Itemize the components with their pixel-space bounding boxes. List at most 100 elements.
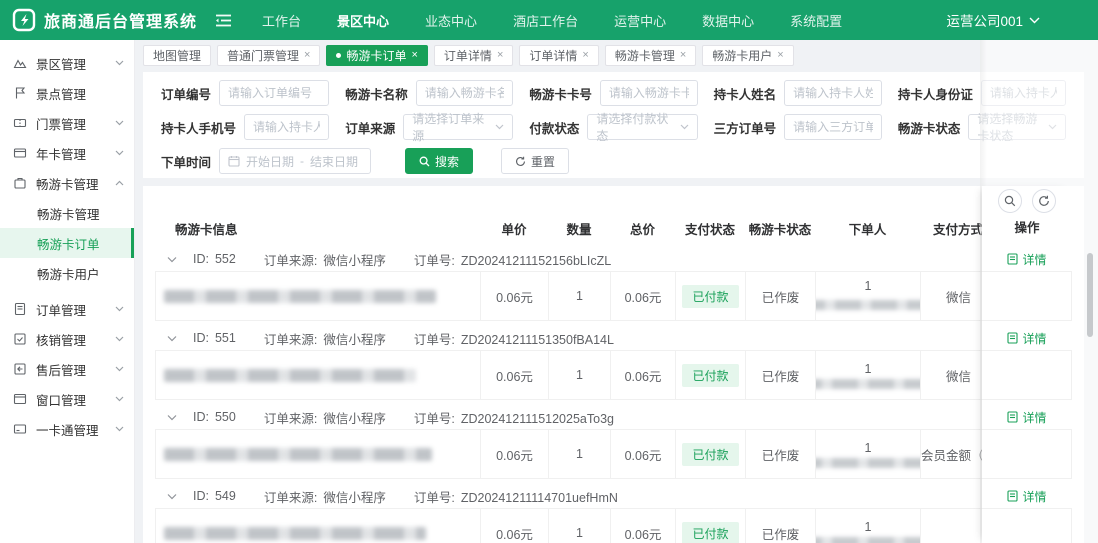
- third-party-order-input[interactable]: [784, 114, 882, 140]
- nav-item-hotel-workbench[interactable]: 酒店工作台: [513, 11, 578, 30]
- sidebar-item-roam-card[interactable]: 畅游卡管理: [0, 168, 134, 198]
- tab-normal-ticket[interactable]: 普通门票管理 ×: [217, 44, 321, 66]
- expand-chevron-icon[interactable]: [167, 256, 177, 263]
- expand-chevron-icon[interactable]: [167, 414, 177, 421]
- sidebar-item-spot[interactable]: 景点管理: [0, 78, 134, 108]
- chevron-down-icon: [115, 306, 124, 312]
- nav-item-workbench[interactable]: 工作台: [262, 11, 301, 30]
- sidebar-item-window[interactable]: 窗口管理: [0, 384, 134, 414]
- company-selector[interactable]: 运营公司001: [946, 10, 1040, 30]
- field-card-number: 畅游卡卡号: [529, 80, 698, 106]
- pay-status-cell: 已付款: [675, 429, 745, 479]
- unit-price-cell: 0.06元: [480, 429, 548, 479]
- column-quantity: 数量: [566, 222, 592, 237]
- close-icon[interactable]: ×: [680, 49, 686, 61]
- search-button[interactable]: 搜索: [405, 148, 474, 174]
- menu-fold-icon[interactable]: [215, 13, 232, 28]
- status-badge: 已付款: [682, 284, 739, 308]
- field-holder-phone: 持卡人手机号: [161, 114, 330, 140]
- card-name-input[interactable]: [415, 80, 514, 106]
- top-navigation: 工作台 景区中心 业态中心 酒店工作台 运营中心 数据中心 系统配置: [262, 11, 842, 30]
- sidebar-subitem-roam-card-management[interactable]: 畅游卡管理: [0, 198, 134, 228]
- order-group-header: ID: 549 订单来源: 微信小程序 订单号: ZD20241211114701ue…: [155, 484, 1072, 508]
- end-date-placeholder: 结束日期: [310, 154, 359, 169]
- nav-item-system-config[interactable]: 系统配置: [790, 11, 842, 30]
- nav-item-business-center[interactable]: 业态中心: [425, 11, 477, 30]
- buyer-cell: 1: [815, 508, 920, 543]
- sidebar-subitem-roam-card-orders[interactable]: 畅游卡订单: [0, 228, 134, 258]
- holder-id-input[interactable]: [980, 80, 1067, 106]
- detail-link[interactable]: 详情: [982, 484, 1072, 508]
- detail-doc-icon: [1007, 411, 1019, 423]
- detail-link[interactable]: 详情: [982, 247, 1072, 271]
- table-header-row: 畅游卡信息 单价 数量 总价 支付状态 畅游卡状态 下单人 支付方式: [155, 214, 1072, 242]
- tab-order-detail-1[interactable]: 订单详情 ×: [433, 44, 514, 66]
- card-status-select[interactable]: 请选择畅游卡状态: [968, 112, 1067, 143]
- order-group-550: ID: 550 订单来源: 微信小程序 订单号: ZD202412111512025a…: [155, 405, 1072, 479]
- sidebar-item-verification[interactable]: 核销管理: [0, 324, 134, 354]
- tab-roam-card-management[interactable]: 畅游卡管理 ×: [604, 44, 697, 66]
- order-group-header: ID: 552 订单来源: 微信小程序 订单号: ZD20241211152156bL…: [155, 247, 1072, 271]
- status-badge: 已付款: [682, 363, 739, 387]
- redacted-card-info: [164, 368, 416, 382]
- pay-status-select[interactable]: 请选择付款状态: [587, 112, 698, 143]
- nav-item-scenic-center[interactable]: 景区中心: [337, 11, 389, 30]
- expand-chevron-icon[interactable]: [167, 335, 177, 342]
- field-card-status: 畅游卡状态 请选择畅游卡状态: [898, 112, 1067, 143]
- card-number-input[interactable]: [599, 80, 698, 106]
- order-id: 549: [214, 489, 236, 503]
- quantity-cell: 1: [548, 429, 610, 479]
- sidebar-item-annual-card[interactable]: 年卡管理: [0, 138, 134, 168]
- table-search-button[interactable]: [998, 189, 1022, 213]
- flag-icon: [13, 86, 27, 100]
- expand-chevron-icon[interactable]: [167, 493, 177, 500]
- check-square-icon: [13, 332, 27, 346]
- company-name: 运营公司001: [946, 14, 1023, 29]
- order-source: 微信小程序: [323, 490, 386, 505]
- tab-roam-card-orders[interactable]: 畅游卡订单 ×: [326, 44, 428, 66]
- close-icon[interactable]: ×: [777, 49, 783, 61]
- redacted-phone: [816, 379, 920, 390]
- holder-phone-input[interactable]: [244, 114, 330, 140]
- close-icon[interactable]: ×: [304, 49, 310, 61]
- order-number-input[interactable]: [219, 80, 330, 106]
- redacted-card-info: [164, 526, 426, 540]
- order-no: ZD20241211152156bLIcZL: [460, 253, 612, 268]
- total-cell: 0.06元: [610, 350, 675, 400]
- close-icon[interactable]: ×: [582, 49, 588, 61]
- card-status-cell: 已作废: [745, 429, 815, 479]
- order-group-header: ID: 551 订单来源: 微信小程序 订单号: ZD20241211151350fB…: [155, 326, 1072, 350]
- unit-price-cell: 0.06元: [480, 271, 548, 321]
- tab-order-detail-2[interactable]: 订单详情 ×: [519, 44, 599, 66]
- tab-map-management[interactable]: 地图管理: [143, 44, 212, 66]
- column-unit-price: 单价: [501, 222, 527, 237]
- reset-button[interactable]: 重置: [501, 148, 570, 174]
- date-range-picker[interactable]: 开始日期 - 结束日期: [219, 148, 372, 174]
- close-icon[interactable]: ×: [497, 49, 503, 61]
- unit-price-cell: 0.06元: [480, 508, 548, 543]
- sidebar-item-one-card[interactable]: 一卡通管理: [0, 414, 134, 444]
- sidebar-item-after-sale[interactable]: 售后管理: [0, 354, 134, 384]
- order-source: 微信小程序: [323, 253, 386, 268]
- detail-link[interactable]: 详情: [982, 405, 1072, 429]
- operation-cell-border: [982, 271, 1072, 321]
- nav-item-data-center[interactable]: 数据中心: [702, 11, 754, 30]
- holder-name-input[interactable]: [784, 80, 882, 106]
- sidebar-subitem-roam-card-users[interactable]: 畅游卡用户: [0, 258, 134, 288]
- vertical-scrollbar[interactable]: [1087, 253, 1093, 337]
- operation-cell-border: [982, 508, 1072, 543]
- table-row: 0.06元 1 0.06元 已付款 已作废 1: [155, 508, 1072, 543]
- tab-roam-card-users[interactable]: 畅游卡用户 ×: [702, 44, 794, 66]
- table-refresh-button[interactable]: [1032, 189, 1056, 213]
- detail-link[interactable]: 详情: [982, 326, 1072, 350]
- order-source-select[interactable]: 请选择订单来源: [403, 112, 514, 143]
- fixed-operation-column: 操作 详情 详情 详情 详情: [982, 186, 1072, 543]
- detail-doc-icon: [1007, 253, 1019, 265]
- sidebar-item-ticket[interactable]: 门票管理: [0, 108, 134, 138]
- nav-item-operation-center[interactable]: 运营中心: [614, 11, 666, 30]
- order-group-552: ID: 552 订单来源: 微信小程序 订单号: ZD20241211152156bL…: [155, 247, 1072, 321]
- sidebar-item-orders[interactable]: 订单管理: [0, 294, 134, 324]
- close-icon[interactable]: ×: [411, 49, 417, 61]
- sidebar-item-scenic-area[interactable]: 景区管理: [0, 48, 134, 78]
- total-cell: 0.06元: [610, 429, 675, 479]
